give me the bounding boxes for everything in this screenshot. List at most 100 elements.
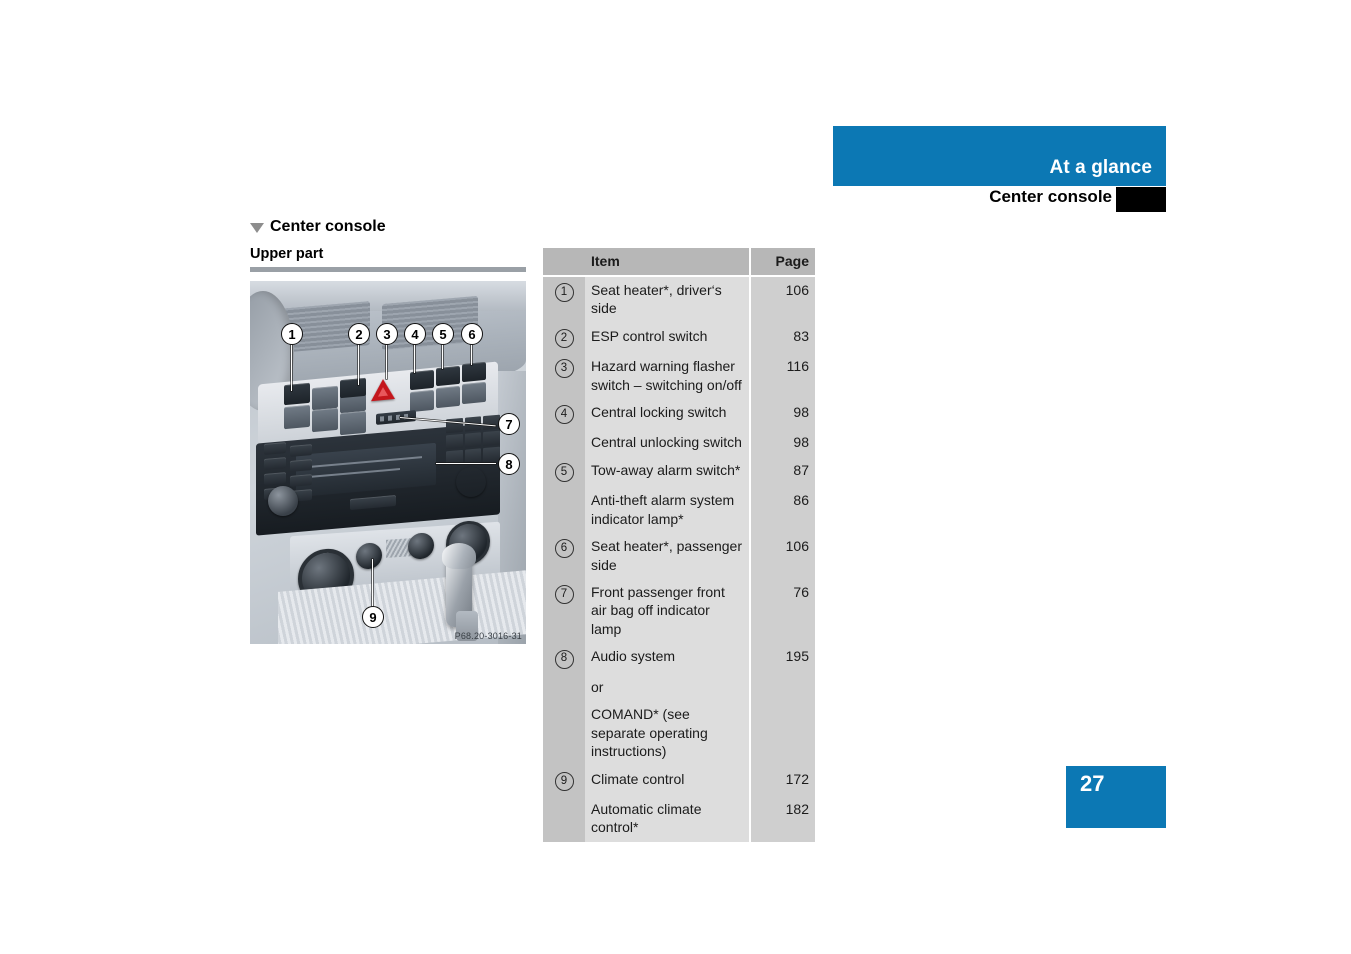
table-cell-item: ESP control switch <box>585 322 750 354</box>
item-number-badge: 7 <box>554 585 574 605</box>
audio-key-5 <box>264 472 286 485</box>
table-cell-page: 98 <box>749 429 815 457</box>
audio-control-joystick <box>456 467 486 497</box>
table-row: Central unlocking switch 98 <box>543 429 815 457</box>
blank-switch-g <box>436 385 460 409</box>
header-blue-band: At a glance <box>833 126 1166 186</box>
table-cell-num <box>543 701 585 766</box>
chapter-title: At a glance <box>1049 157 1152 178</box>
table-cell-item: Central unlocking switch <box>585 429 750 457</box>
table-cell-item: or <box>585 673 750 702</box>
photo-callout-6: 6 <box>461 323 483 345</box>
item-page-table: Item Page 1 Seat heater*, driver‘s side 10… <box>543 248 815 842</box>
table-cell-page: 98 <box>749 399 815 430</box>
table-cell-item: Automatic climate control* <box>585 795 750 842</box>
item-number-badge: 9 <box>554 771 574 791</box>
leader-line-5 <box>442 343 443 369</box>
table-cell-page: 83 <box>749 322 815 354</box>
audio-key-2 <box>290 444 312 457</box>
page-title: Center console <box>250 218 526 236</box>
blank-switch-e <box>340 410 366 436</box>
photo-callout-4: 4 <box>404 323 426 345</box>
table-cell-item: Seat heater*, passenger side <box>585 533 750 579</box>
table-cell-num: 1 <box>543 276 585 323</box>
audio-key-6 <box>290 474 312 487</box>
leader-line-4 <box>414 343 415 373</box>
hazard-triangle-inner-icon <box>378 386 388 397</box>
audio-key-4 <box>290 459 312 472</box>
table-row: 6 Seat heater*, passenger side 106 <box>543 533 815 579</box>
chapter-thumb-tab <box>1116 187 1166 212</box>
page-number: 27 <box>1080 771 1105 796</box>
item-number-badge: 2 <box>554 329 574 349</box>
photo-callout-8: 8 <box>498 453 520 475</box>
table-cell-item: COMAND* (see separate operating instruct… <box>585 701 750 766</box>
table-row: 1 Seat heater*, driver‘s side 106 <box>543 276 815 323</box>
blank-switch-f <box>410 389 434 413</box>
table-header-page: Page <box>749 248 815 277</box>
table-row: 4 Central locking switch 98 <box>543 399 815 430</box>
display-line-2 <box>304 468 400 479</box>
leader-line-2 <box>358 343 359 385</box>
subsection-rule <box>250 267 526 272</box>
page-number-block: 27 <box>1066 766 1166 828</box>
table-cell-page: 172 <box>749 765 815 796</box>
table-row: 9 Climate control 172 <box>543 765 815 796</box>
table-cell-num: 7 <box>543 578 585 644</box>
blank-switch-h <box>462 381 486 405</box>
table-cell-num <box>543 673 585 702</box>
table-cell-item: Front passenger front air bag off indica… <box>585 578 750 644</box>
item-number-badge: 3 <box>554 359 574 379</box>
photo-callout-2: 2 <box>348 323 370 345</box>
header-subtitle-row: Center console <box>833 187 1166 212</box>
table-body: 1 Seat heater*, driver‘s side 106 2 ESP cont… <box>543 276 815 842</box>
leader-line-3 <box>386 343 387 379</box>
table-header-row: Item Page <box>543 248 815 277</box>
photo-callout-9: 9 <box>362 606 384 628</box>
numpad-key <box>446 433 463 450</box>
table-row: 5 Tow-away alarm switch* 87 <box>543 456 815 488</box>
table-cell-item: Hazard warning flasher switch – switchin… <box>585 353 750 400</box>
seat-heater-passenger-switch <box>462 361 486 383</box>
table-cell-page <box>749 701 815 766</box>
page-title-label: Center console <box>270 218 386 235</box>
table-cell-num: 2 <box>543 322 585 354</box>
table-cell-page: 86 <box>749 487 815 534</box>
photo-caption: P68.20-3016-31 <box>454 631 522 641</box>
table-cell-page: 87 <box>749 456 815 488</box>
table-cell-item: Central locking switch <box>585 399 750 430</box>
table-row: Anti-theft alarm system indicator lamp* 8… <box>543 487 815 534</box>
table-row: 2 ESP control switch 83 <box>543 322 815 354</box>
display-line-1 <box>304 456 422 469</box>
table-row: 3 Hazard warning flasher switch – switchi… <box>543 353 815 400</box>
table-cell-page: 106 <box>749 533 815 579</box>
blank-switch-a <box>312 385 338 411</box>
table-row: Automatic climate control* 182 <box>543 795 815 842</box>
table-cell-num <box>543 429 585 457</box>
table-cell-num: 6 <box>543 533 585 579</box>
left-column: Center console Upper part 1 2 3 4 5 6 7 … <box>250 218 526 644</box>
numpad-key <box>483 446 500 463</box>
table-row: 7 Front passenger front air bag off indic… <box>543 578 815 644</box>
table-cell-page <box>749 673 815 702</box>
table-cell-num: 4 <box>543 399 585 430</box>
section-title: Center console <box>989 187 1112 206</box>
table-cell-num <box>543 795 585 842</box>
table-cell-num: 8 <box>543 643 585 674</box>
numpad-key <box>464 432 482 448</box>
seat-heater-driver-switch <box>284 382 310 406</box>
table-cell-item: Tow-away alarm switch* <box>585 456 750 488</box>
table-cell-item: Climate control <box>585 765 750 796</box>
item-number-badge: 5 <box>554 463 574 483</box>
audio-volume-knob <box>268 486 298 516</box>
table-header-num <box>543 248 585 277</box>
tow-away-alarm-switch <box>436 365 460 387</box>
leader-line-1 <box>291 343 292 391</box>
photo-callout-1: 1 <box>281 323 303 345</box>
numpad-key <box>464 448 482 464</box>
center-console-photo: 1 2 3 4 5 6 7 8 9 P68.20-3016-31 <box>250 281 526 644</box>
table-cell-num: 3 <box>543 353 585 400</box>
blank-switch-c <box>284 404 310 430</box>
table-row: COMAND* (see separate operating instruct… <box>543 701 815 766</box>
table-cell-item: Seat heater*, driver‘s side <box>585 276 750 323</box>
